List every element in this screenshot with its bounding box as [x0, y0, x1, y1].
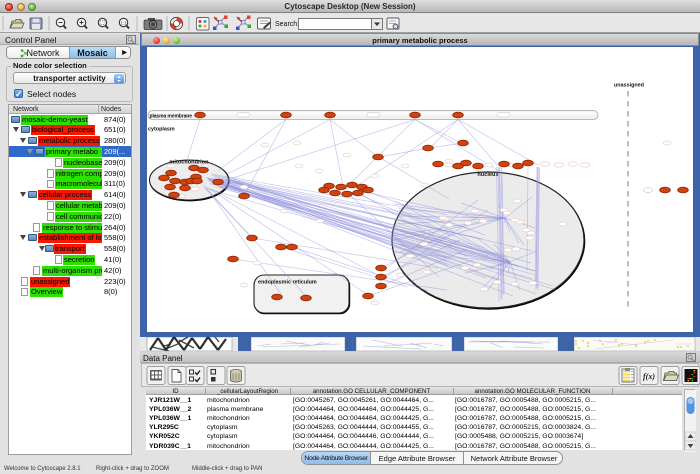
svg-text:f(x): f(x) — [643, 372, 655, 381]
svg-text:cytoplasm: cytoplasm — [148, 127, 175, 133]
svg-text:Search:: Search: — [275, 21, 299, 28]
svg-text:endoplasmic reticulum: endoplasmic reticulum — [258, 280, 317, 286]
svg-text:unassigned: unassigned — [614, 83, 644, 89]
svg-text:1:1: 1:1 — [120, 20, 127, 25]
svg-text:plasma membrane: plasma membrane — [150, 113, 193, 119]
svg-text:nucleus: nucleus — [477, 172, 498, 178]
